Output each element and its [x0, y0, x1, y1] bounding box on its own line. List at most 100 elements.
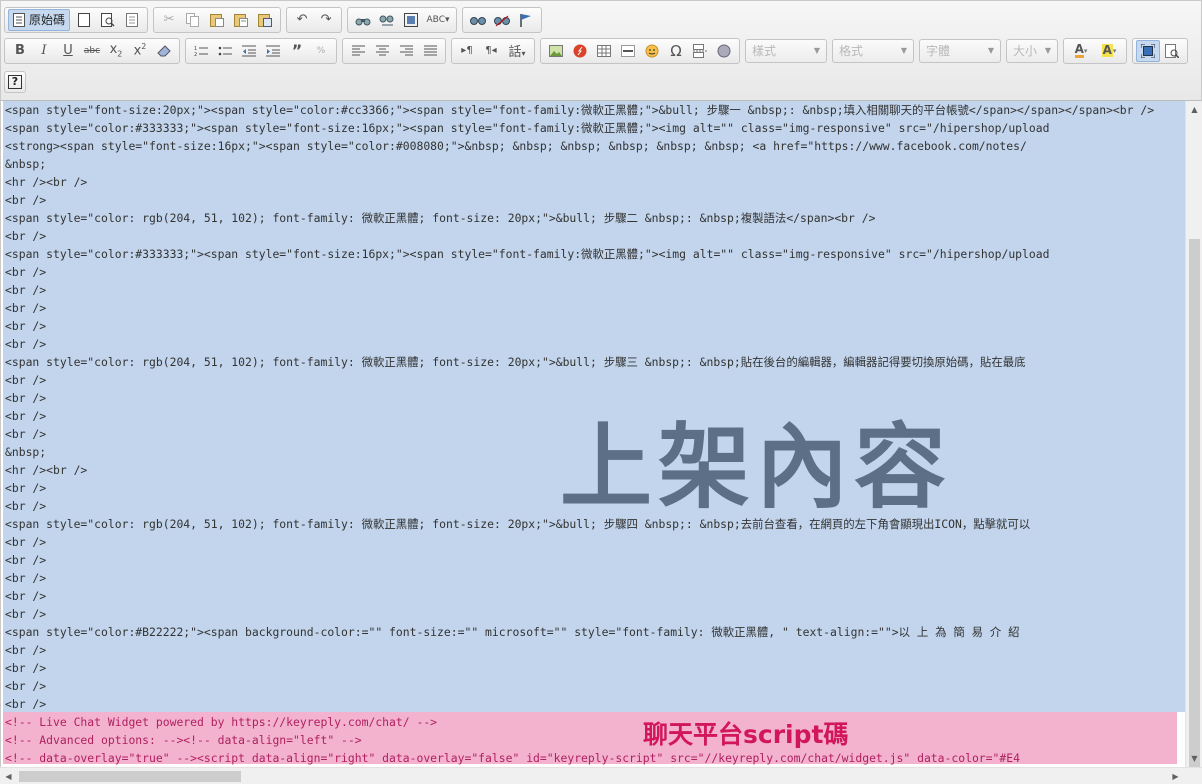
preview-icon	[101, 12, 115, 27]
align-left-button[interactable]	[346, 40, 370, 62]
table-button[interactable]	[592, 40, 616, 62]
bold-button[interactable]: B	[8, 40, 32, 62]
horizontal-rule-button[interactable]	[616, 40, 640, 62]
code-line: <br />	[5, 373, 47, 387]
toolbar-group-forms	[462, 6, 543, 33]
vertical-scrollbar[interactable]: ▲ ▼	[1185, 101, 1202, 767]
link-button[interactable]	[466, 9, 490, 31]
scroll-right-icon[interactable]: ▶	[1167, 768, 1184, 784]
paste-text-button[interactable]	[229, 9, 253, 31]
toolbar-group-tools	[1132, 37, 1188, 64]
source-button[interactable]: 原始碼	[8, 8, 71, 31]
source-textarea[interactable]: <span style="font-size:20px;"><span styl…	[3, 101, 1185, 767]
indent-icon	[266, 45, 280, 56]
strike-button[interactable]: abc	[80, 40, 104, 62]
svg-text:2: 2	[194, 52, 197, 57]
special-char-button[interactable]: Ω	[664, 40, 688, 62]
spellcheck-button[interactable]: ABC▾	[423, 9, 453, 31]
bulleted-list-button[interactable]	[213, 40, 237, 62]
superscript-button[interactable]: x2	[128, 40, 152, 62]
code-line: <br />	[5, 283, 47, 297]
align-right-icon	[399, 45, 413, 56]
replace-button[interactable]	[375, 9, 399, 31]
blockquote-button[interactable]: ”	[285, 40, 309, 62]
anchor-button[interactable]	[514, 9, 538, 31]
language-icon: 話▾	[508, 45, 526, 60]
paste-text-icon	[234, 13, 249, 27]
scroll-left-icon[interactable]: ◀	[0, 768, 17, 784]
toolbar-group-bidi: ▸¶ ¶◂ 話▾	[451, 37, 535, 64]
align-right-button[interactable]	[394, 40, 418, 62]
code-line: <br />	[5, 679, 47, 693]
iframe-button[interactable]	[712, 40, 736, 62]
preview-button[interactable]	[96, 9, 120, 31]
cut-button[interactable]: ✂	[157, 9, 181, 31]
bold-icon: B	[15, 43, 25, 58]
chevron-down-icon: ▼	[1044, 46, 1051, 55]
toolbar-group-insert: Ω	[540, 37, 740, 64]
italic-button[interactable]: I	[32, 40, 56, 62]
page-break-button[interactable]	[688, 40, 712, 62]
code-line: <br />	[5, 229, 47, 243]
code-line: <!-- Live Chat Widget powered by https:/…	[5, 715, 438, 729]
horizontal-scrollbar[interactable]: ◀ ▶	[0, 767, 1202, 784]
find-button[interactable]	[351, 9, 375, 31]
align-center-button[interactable]	[370, 40, 394, 62]
code-line: <span style="color:#333333;"><span style…	[5, 121, 1050, 135]
scroll-down-icon[interactable]: ▼	[1186, 750, 1202, 767]
smiley-button[interactable]	[640, 40, 664, 62]
templates-button[interactable]	[120, 9, 144, 31]
text-color-button[interactable]: A ▾	[1067, 40, 1095, 62]
superscript-icon: x2	[133, 42, 147, 59]
code-line: <br />	[5, 427, 47, 441]
styles-dropdown[interactable]: 樣式 ▼	[745, 38, 827, 63]
font-dropdown[interactable]: 字體 ▼	[919, 38, 1001, 63]
outdent-button[interactable]	[237, 40, 261, 62]
remove-format-button[interactable]	[152, 40, 176, 62]
new-page-button[interactable]	[72, 9, 96, 31]
find-icon	[355, 18, 371, 25]
paste-word-icon	[258, 13, 273, 27]
language-button[interactable]: 話▾	[503, 40, 531, 62]
source-editor[interactable]: <span style="font-size:20px;"><span styl…	[0, 101, 1202, 767]
horizontal-scroll-thumb[interactable]	[19, 771, 241, 782]
undo-button[interactable]: ↶	[290, 9, 314, 31]
size-dropdown[interactable]: 大小 ▼	[1006, 38, 1058, 63]
select-all-icon	[404, 12, 419, 27]
text-color-icon: A	[1074, 42, 1084, 58]
numbered-list-button[interactable]: 12	[189, 40, 213, 62]
format-dropdown-label: 格式	[839, 44, 864, 58]
indent-button[interactable]	[261, 40, 285, 62]
scroll-up-icon[interactable]: ▲	[1186, 101, 1202, 118]
create-div-button[interactable]: %	[309, 40, 333, 62]
paste-button[interactable]	[205, 9, 229, 31]
vertical-scroll-thumb[interactable]	[1189, 239, 1200, 767]
subscript-button[interactable]: x2	[104, 40, 128, 62]
code-line: <br />	[5, 391, 47, 405]
redo-button[interactable]: ↷	[314, 9, 338, 31]
toolbar-group-clipboard: ✂	[153, 6, 282, 33]
bulleted-list-icon	[218, 46, 232, 55]
bg-color-button[interactable]: A ▾	[1095, 40, 1123, 62]
ltr-button[interactable]: ▸¶	[455, 40, 479, 62]
flash-button[interactable]	[568, 40, 592, 62]
source-icon	[13, 12, 25, 27]
select-all-button[interactable]	[399, 9, 423, 31]
flag-icon	[520, 13, 532, 27]
underline-icon: U	[63, 43, 73, 58]
copy-button[interactable]	[181, 9, 205, 31]
show-blocks-button[interactable]	[1160, 40, 1184, 62]
font-dropdown-label: 字體	[926, 44, 951, 58]
format-dropdown[interactable]: 格式 ▼	[832, 38, 914, 63]
ltr-icon: ▸¶	[461, 45, 473, 56]
paste-icon	[210, 13, 225, 27]
unlink-button[interactable]	[490, 9, 514, 31]
rtl-button[interactable]: ¶◂	[479, 40, 503, 62]
maximize-button[interactable]	[1136, 39, 1160, 62]
image-button[interactable]	[544, 40, 568, 62]
align-justify-button[interactable]	[418, 40, 442, 62]
underline-button[interactable]: U	[56, 40, 80, 62]
rtl-icon: ¶◂	[485, 45, 497, 56]
paste-word-button[interactable]	[253, 9, 277, 31]
about-button[interactable]: ?	[4, 70, 26, 93]
